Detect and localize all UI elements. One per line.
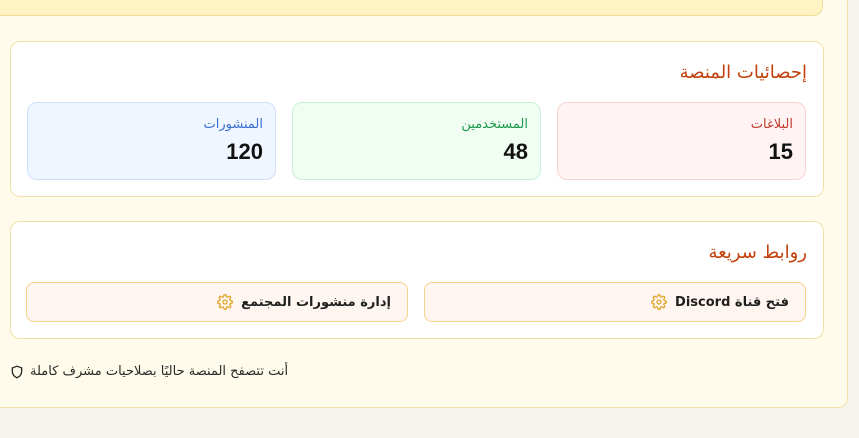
gear-icon <box>217 294 234 310</box>
manage-community-posts-label: إدارة منشورات المجتمع <box>241 294 391 310</box>
admin-permissions-text: أنت تتصفح المنصة حاليًا بصلاحيات مشرف كا… <box>30 364 289 379</box>
stat-users-label: المستخدمين <box>461 117 528 132</box>
gear-icon <box>651 294 667 310</box>
admin-permissions-note: أنت تتصفح المنصة حاليًا بصلاحيات مشرف كا… <box>10 364 288 379</box>
quick-links-card: روابط سريعة إدارة منشورات المجتمع فتح قن… <box>10 221 824 339</box>
shield-icon <box>10 365 24 379</box>
stat-users-value: 48 <box>503 139 528 164</box>
open-discord-button[interactable]: فتح قناة Discord <box>424 282 806 322</box>
stat-reports: البلاغات 15 <box>557 102 806 180</box>
top-banner <box>0 0 823 16</box>
stat-users: المستخدمين 48 <box>292 102 541 180</box>
platform-stats-card: إحصائيات المنصة المنشورات 120 المستخدمين… <box>10 41 824 197</box>
stat-reports-label: البلاغات <box>750 117 793 132</box>
stat-posts-value: 120 <box>226 139 263 164</box>
open-discord-label: فتح قناة Discord <box>675 294 789 310</box>
stat-posts: المنشورات 120 <box>27 102 276 180</box>
quick-links-title: روابط سريعة <box>708 242 807 263</box>
manage-community-posts-button[interactable]: إدارة منشورات المجتمع <box>26 282 408 322</box>
stat-reports-value: 15 <box>768 139 793 164</box>
stat-posts-label: المنشورات <box>203 117 263 132</box>
stats-title: إحصائيات المنصة <box>679 62 807 83</box>
